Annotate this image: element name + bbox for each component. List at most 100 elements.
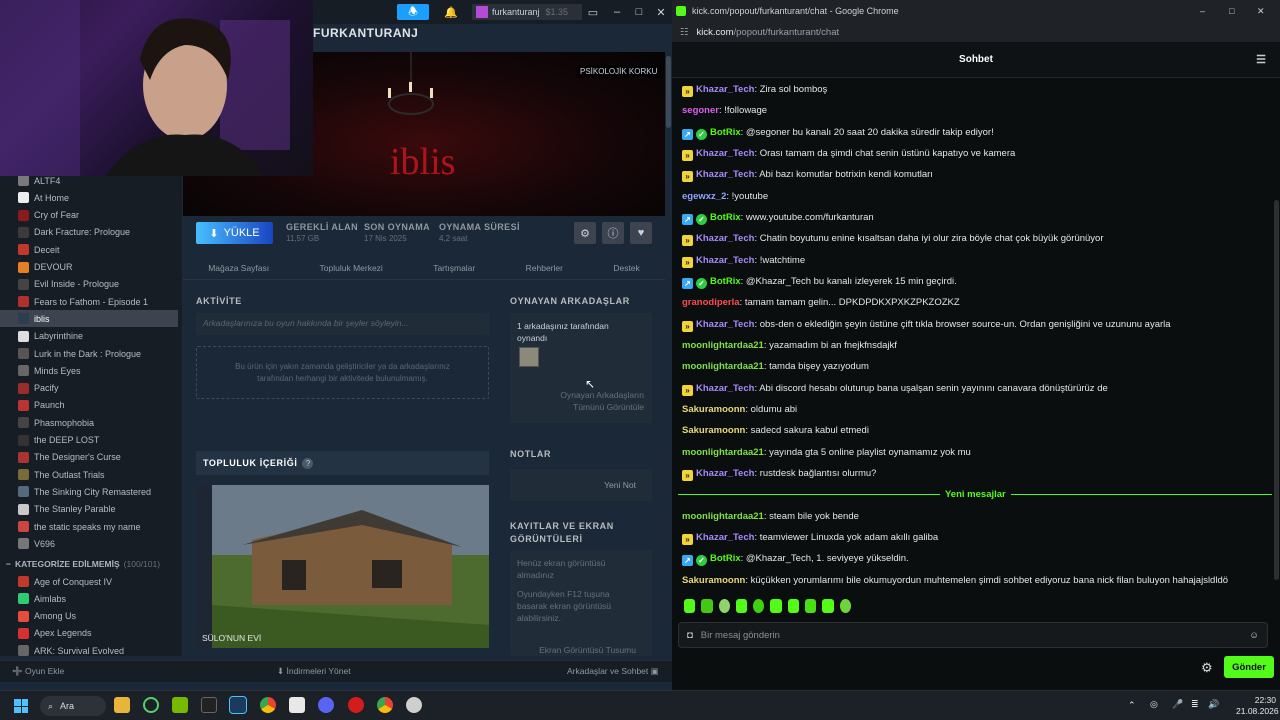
network-icon[interactable]: ◎	[1150, 699, 1158, 710]
chat-username[interactable]: Khazar_Tech	[696, 468, 754, 479]
scrollbar-thumb[interactable]	[1274, 200, 1279, 580]
chat-settings-gear-icon[interactable]: ⚙	[1201, 660, 1213, 676]
chat-username[interactable]: Khazar_Tech	[696, 255, 754, 266]
sidebar-game-item[interactable]: Phasmophobia	[0, 414, 178, 431]
chat-username[interactable]: BotRix	[710, 276, 741, 287]
info-icon[interactable]: ⓘ	[602, 222, 624, 244]
chat-username[interactable]: Khazar_Tech	[696, 383, 754, 394]
file-explorer-icon[interactable]	[114, 697, 130, 713]
sidebar-game-item[interactable]: Fears to Fathom - Episode 1	[0, 293, 178, 310]
sidebar-game-item[interactable]: The Sinking City Remastered	[0, 483, 178, 500]
new-note-button[interactable]: Yeni Not	[604, 480, 636, 490]
sidebar-game-item[interactable]: Pacify	[0, 380, 178, 397]
emote-icon[interactable]	[718, 599, 730, 613]
sidebar-game-item[interactable]: Cry of Fear	[0, 207, 178, 224]
close-icon[interactable]: ✕	[654, 4, 668, 20]
chat-input[interactable]: ◘ Bir mesaj gönderin ☺	[678, 622, 1268, 648]
sidebar-game-item[interactable]: Evil Inside - Prologue	[0, 276, 178, 293]
chat-username[interactable]: Sakuramoonn	[682, 404, 745, 415]
sidebar-game-item[interactable]: Aimlabs	[0, 590, 178, 607]
settings-gear-icon[interactable]: ⚙	[574, 222, 596, 244]
sidebar-game-item[interactable]: ALTF4	[0, 176, 178, 189]
friend-avatar[interactable]	[519, 347, 539, 367]
scrollbar[interactable]	[666, 52, 671, 672]
chat-username[interactable]: moonlightardaa21	[682, 340, 764, 351]
chat-username[interactable]: egewxz_2	[682, 191, 726, 202]
discord-icon[interactable]	[318, 697, 334, 713]
display-icon[interactable]: ▭	[586, 4, 600, 20]
send-button[interactable]: Gönder	[1224, 656, 1274, 678]
chat-settings-shield-icon[interactable]: ◘	[687, 630, 693, 641]
chat-username[interactable]: BotRix	[710, 127, 741, 138]
sidebar-game-item[interactable]: Dark Fracture: Prologue	[0, 224, 178, 241]
chat-username[interactable]: segoner	[682, 105, 719, 116]
chat-username[interactable]: Sakuramoonn	[682, 425, 745, 436]
sidebar-game-item[interactable]: the DEEP LOST	[0, 432, 178, 449]
emoji-icon[interactable]: ☺	[1249, 630, 1259, 641]
notification-bell-icon[interactable]: 🔔	[440, 4, 462, 20]
start-windows-icon[interactable]	[14, 699, 28, 713]
obs-studio-icon[interactable]	[406, 697, 422, 713]
nvidia-icon[interactable]	[172, 697, 188, 713]
user-menu[interactable]: furkanturanj $1.35	[472, 4, 582, 20]
emote-icon[interactable]	[753, 599, 765, 613]
favorite-heart-icon[interactable]: ♥	[630, 222, 652, 244]
tab-community-hub[interactable]: Topluluk Merkezi	[320, 263, 383, 273]
emote-icon[interactable]	[805, 599, 817, 613]
emote-icon[interactable]	[701, 599, 713, 613]
wifi-icon[interactable]: ≣	[1191, 699, 1199, 710]
tab-guides[interactable]: Rehberler	[526, 263, 563, 273]
chat-username[interactable]: Khazar_Tech	[696, 169, 754, 180]
sidebar-game-item[interactable]: Apex Legends	[0, 625, 178, 642]
help-question-icon[interactable]: ?	[302, 457, 314, 469]
chat-username[interactable]: moonlightardaa21	[682, 511, 764, 522]
sidebar-game-item[interactable]: iblis	[0, 310, 178, 328]
sidebar-game-item[interactable]: The Stanley Parable	[0, 501, 178, 518]
sidebar-game-item[interactable]: The Designer's Curse	[0, 449, 178, 466]
tab-support[interactable]: Destek	[613, 263, 639, 273]
tray-chevron-icon[interactable]: ⌃	[1128, 700, 1136, 711]
screenshot-settings-link[interactable]: Ekran Görüntüsü Tusumu	[539, 645, 636, 655]
sidebar-game-item[interactable]: Age of Conquest IV	[0, 573, 178, 590]
steam-taskbar-icon[interactable]	[229, 696, 247, 714]
chrome-icon[interactable]	[260, 697, 276, 713]
community-item[interactable]: SÜLO'NUN EVİ	[196, 485, 489, 648]
chat-username[interactable]: Khazar_Tech	[696, 532, 754, 543]
view-all-friends-link[interactable]: Oynayan Arkadaşların Tümünü Görüntüle	[540, 389, 644, 413]
sidebar-game-item[interactable]: Minds Eyes	[0, 362, 178, 379]
chat-scrollbar[interactable]	[1274, 90, 1279, 590]
taskbar-search[interactable]: ⌕ Ara	[40, 696, 106, 716]
emote-icon[interactable]	[770, 599, 782, 613]
chat-username[interactable]: moonlightardaa21	[682, 361, 764, 372]
chat-username[interactable]: Khazar_Tech	[696, 233, 754, 244]
category-header[interactable]: − KATEGORİZE EDİLMEMİŞ (100/101)	[0, 556, 178, 571]
chat-username[interactable]: BotRix	[710, 212, 741, 223]
manage-downloads-button[interactable]: ⬇ İndirmeleri Yönet	[277, 666, 351, 677]
obs-record-icon[interactable]	[348, 697, 364, 713]
emote-icon[interactable]	[735, 599, 748, 613]
chat-username[interactable]: Sakuramoonn	[682, 575, 745, 586]
sidebar-game-item[interactable]: V696	[0, 535, 178, 552]
emote-icon[interactable]	[787, 599, 800, 613]
minimize-icon[interactable]: –	[610, 4, 624, 20]
chat-username[interactable]: BotRix	[710, 553, 741, 564]
sidebar-game-item[interactable]: DEVOUR	[0, 259, 178, 276]
tab-store-page[interactable]: Mağaza Sayfası	[208, 263, 269, 273]
chat-username[interactable]: Khazar_Tech	[696, 84, 754, 95]
maximize-icon[interactable]: □	[1229, 6, 1234, 16]
chat-username[interactable]: Khazar_Tech	[696, 319, 754, 330]
friends-chat-button[interactable]: Arkadaşlar ve Sohbet ▣	[567, 666, 659, 677]
sidebar-game-item[interactable]: At Home	[0, 189, 178, 206]
emote-icon[interactable]	[822, 599, 834, 613]
chrome-icon[interactable]	[377, 697, 393, 713]
chat-username[interactable]: granodiperla	[682, 297, 740, 308]
tab-discussions[interactable]: Tartışmalar	[433, 263, 475, 273]
activity-input[interactable]: Arkadaşlarınıza bu oyun hakkında bir şey…	[196, 313, 489, 335]
chat-username[interactable]: moonlightardaa21	[682, 447, 764, 458]
sidebar-game-item[interactable]: the static speaks my name	[0, 518, 178, 535]
sidebar-game-item[interactable]: Among Us	[0, 608, 178, 625]
address-bar[interactable]: ☷ kick.com/popout/furkanturant/chat	[672, 22, 1280, 42]
site-info-icon[interactable]: ☷	[680, 27, 689, 38]
chat-username[interactable]: Khazar_Tech	[696, 148, 754, 159]
minimize-icon[interactable]: –	[1200, 6, 1205, 16]
